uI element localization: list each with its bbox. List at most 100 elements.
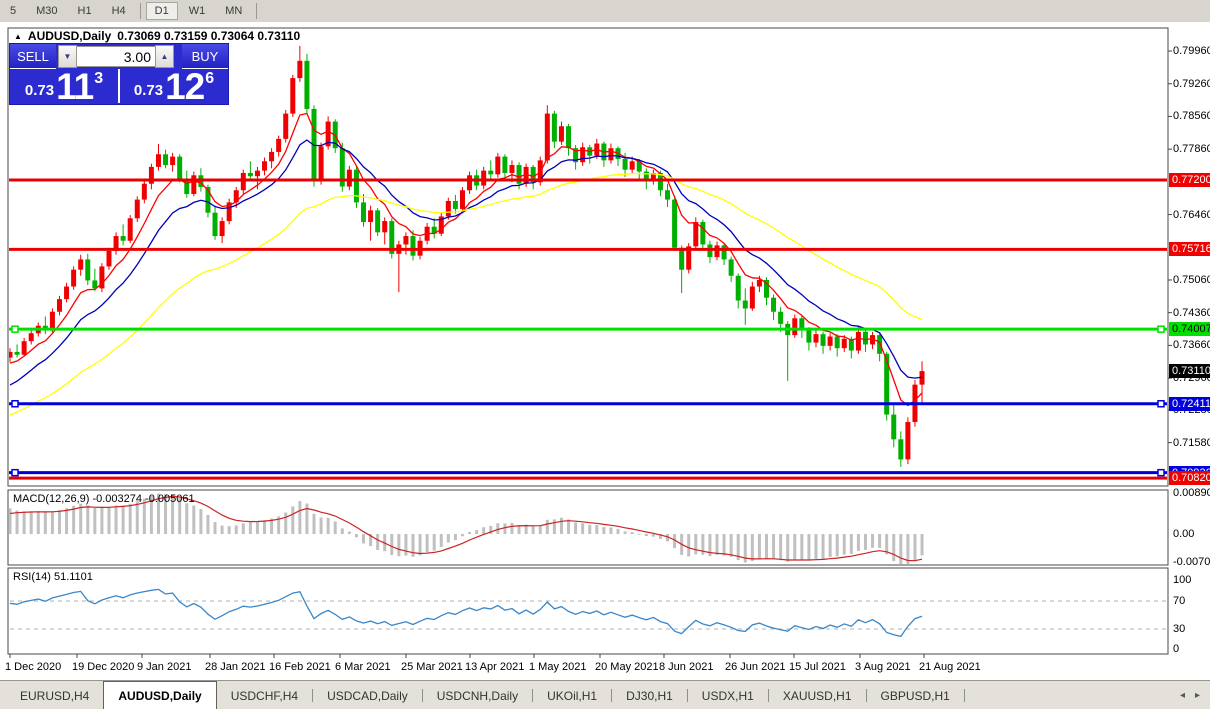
collapse-quote-panel-icon[interactable]: ▲ — [14, 32, 22, 41]
macd-histogram-bar — [419, 534, 422, 555]
sell-price-point: 3 — [94, 70, 103, 88]
symbol-tab-usdcad[interactable]: USDCAD,Daily — [313, 681, 422, 709]
timeframe-button-mn[interactable]: MN — [216, 2, 251, 20]
candle-body — [29, 333, 34, 341]
candle-body — [368, 210, 373, 222]
symbol-tab-dj30[interactable]: DJ30,H1 — [612, 681, 687, 709]
candle-body — [771, 298, 776, 312]
macd-histogram-bar — [850, 534, 853, 554]
macd-histogram-bar — [829, 534, 832, 557]
price-axis-label: 0.76460 — [1173, 209, 1210, 221]
macd-histogram-bar — [93, 508, 96, 534]
candle-body — [813, 334, 818, 342]
macd-histogram-bar — [694, 534, 697, 554]
macd-histogram-bar — [503, 523, 506, 534]
symbol-tab-usdchf[interactable]: USDCHF,H4 — [217, 681, 312, 709]
macd-histogram-bar — [532, 526, 535, 534]
price-chart-canvas[interactable] — [0, 22, 1210, 680]
volume-decrease-button[interactable]: ▼ — [58, 45, 77, 68]
toolbar-separator — [140, 3, 141, 19]
sell-price-display[interactable]: 0.73 11 3 — [10, 69, 120, 103]
toolbar-separator — [256, 3, 257, 19]
candle-body — [566, 126, 571, 148]
timeframe-button-5[interactable]: 5 — [1, 2, 25, 20]
volume-increase-button[interactable]: ▲ — [155, 45, 174, 68]
macd-axis-label: 0.00 — [1173, 528, 1194, 540]
macd-histogram-bar — [765, 534, 768, 558]
buy-price-display[interactable]: 0.73 12 6 — [120, 69, 228, 103]
price-axis-label: 0.75060 — [1173, 274, 1210, 286]
date-axis-label: 20 May 2021 — [595, 661, 659, 673]
candle-body — [509, 165, 514, 173]
macd-histogram-bar — [256, 522, 259, 534]
macd-histogram-bar — [843, 534, 846, 554]
symbol-tab-gbpusd[interactable]: GBPUSD,H1 — [867, 681, 964, 709]
macd-histogram-bar — [836, 534, 839, 556]
symbol-tab-usdx[interactable]: USDX,H1 — [688, 681, 768, 709]
timeframe-button-m30[interactable]: M30 — [27, 2, 66, 20]
main-pane — [8, 46, 1168, 478]
chart-quote-line: 0.73069 0.73159 0.73064 0.73110 — [117, 29, 300, 43]
timeframe-button-h4[interactable]: H4 — [103, 2, 135, 20]
macd-histogram-bar — [242, 523, 245, 534]
line-handle[interactable] — [1158, 326, 1164, 332]
candle-body — [545, 114, 550, 161]
macd-histogram-bar — [602, 527, 605, 534]
timeframe-button-d1[interactable]: D1 — [146, 2, 178, 20]
candle-body — [382, 221, 387, 232]
candle-body — [453, 201, 458, 209]
macd-histogram-bar — [539, 525, 542, 534]
volume-input[interactable] — [77, 46, 155, 67]
candle-body — [163, 154, 168, 165]
macd-histogram-bar — [758, 534, 761, 559]
sell-button[interactable]: SELL — [10, 44, 56, 69]
symbol-tab-audusd[interactable]: AUDUSD,Daily — [103, 681, 216, 709]
candle-body — [778, 312, 783, 324]
candle-body — [806, 330, 811, 342]
macd-histogram-bar — [906, 534, 909, 567]
candle-body — [276, 139, 281, 152]
macd-histogram-bar — [291, 506, 294, 534]
date-axis-label: 13 Apr 2021 — [465, 661, 524, 673]
macd-histogram-bar — [560, 518, 563, 534]
line-handle[interactable] — [12, 401, 18, 407]
candle-body — [693, 222, 698, 246]
candle-body — [877, 335, 882, 354]
symbol-tab-xauusd[interactable]: XAUUSD,H1 — [769, 681, 866, 709]
one-click-trading-widget: SELL ▼ ▲ BUY 0.73 11 3 0.73 12 6 — [9, 43, 229, 105]
line-handle[interactable] — [1158, 401, 1164, 407]
candle-body — [736, 276, 741, 301]
macd-axis-label: -0.007013 — [1173, 556, 1210, 568]
macd-histogram-bar — [249, 522, 252, 534]
line-handle[interactable] — [12, 470, 18, 476]
symbol-tab-ukoil[interactable]: UKOil,H1 — [533, 681, 611, 709]
line-handle[interactable] — [12, 326, 18, 332]
macd-histogram-bar — [355, 534, 358, 537]
candle-body — [630, 161, 635, 169]
candle-body — [191, 175, 196, 194]
macd-histogram-bar — [892, 534, 895, 561]
symbol-tab-usdcnh[interactable]: USDCNH,Daily — [423, 681, 532, 709]
macd-histogram-bar — [461, 534, 464, 536]
candle-body — [170, 157, 175, 165]
timeframe-button-w1[interactable]: W1 — [180, 2, 215, 20]
line-handle[interactable] — [1158, 470, 1164, 476]
chart-area: ▲ AUDUSD,Daily 0.73069 0.73159 0.73064 0… — [0, 22, 1210, 680]
candle-body — [679, 248, 684, 270]
candle-body — [863, 332, 868, 345]
tabs-scroll-left-icon[interactable]: ◂ — [1180, 690, 1185, 701]
trading-terminal-window: 5M30H1H4 D1W1MN ▲ AUDUSD,Daily 0.73069 0.… — [0, 0, 1210, 709]
sell-price-pips: 11 — [56, 72, 93, 102]
tabs-scroll-right-icon[interactable]: ▸ — [1195, 690, 1200, 701]
timeframe-button-h1[interactable]: H1 — [69, 2, 101, 20]
date-axis-label: 1 May 2021 — [529, 661, 586, 673]
macd-histogram-bar — [624, 531, 627, 534]
macd-histogram-bar — [814, 534, 817, 559]
price-axis-label: 0.73660 — [1173, 339, 1210, 351]
date-axis-label: 28 Jan 2021 — [205, 661, 266, 673]
candle-body — [255, 171, 260, 177]
macd-histogram-bar — [129, 504, 132, 534]
symbol-tab-eurusd[interactable]: EURUSD,H4 — [6, 681, 103, 709]
rsi-axis-label: 70 — [1173, 595, 1185, 607]
date-axis-label: 3 Aug 2021 — [855, 661, 911, 673]
